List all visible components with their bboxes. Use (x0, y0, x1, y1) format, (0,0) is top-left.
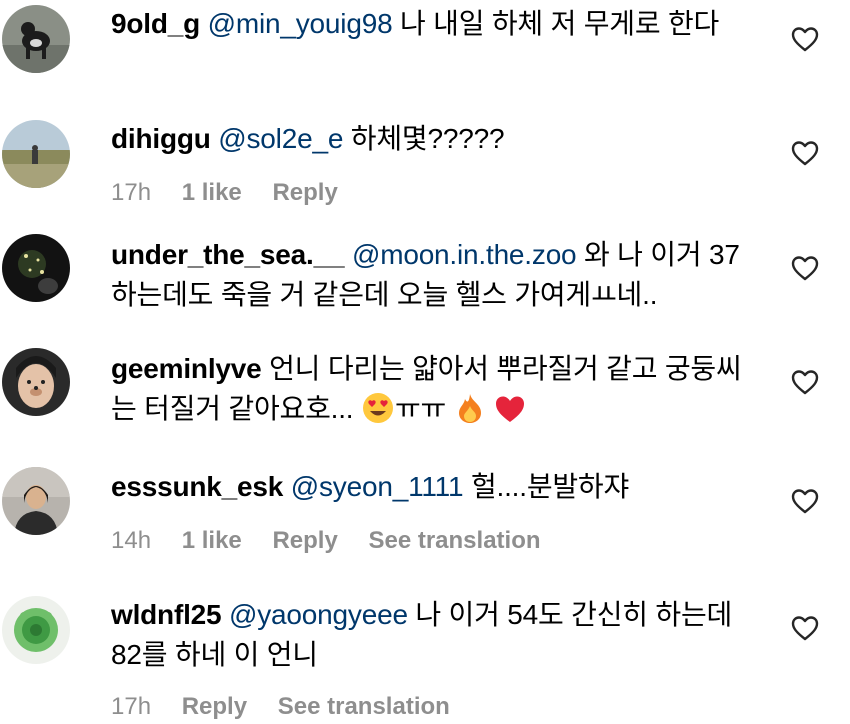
comment-body: 하체몇????? (350, 123, 505, 154)
comment-username[interactable]: esssunk_esk (111, 471, 283, 502)
see-translation-button[interactable]: See translation (368, 527, 540, 555)
comment-text: dihiggu @sol2e_e 하체몇????? (111, 119, 761, 159)
like-button[interactable] (791, 369, 819, 395)
comment-text: wldnfl25 @yaoongyeee 나 이거 54도 간신히 하는데 82… (111, 595, 761, 675)
like-button[interactable] (791, 26, 819, 52)
comment-mention[interactable]: @yaoongyeee (229, 599, 408, 630)
comment-username[interactable]: under_the_sea.__ (111, 239, 345, 270)
like-button[interactable] (791, 615, 819, 641)
comment-time: 14h (111, 527, 152, 554)
heart-outline-icon (791, 370, 819, 395)
avatar[interactable] (2, 348, 70, 416)
see-translation-button[interactable]: See translation (278, 693, 450, 721)
like-button[interactable] (791, 255, 819, 281)
like-button[interactable] (791, 488, 819, 514)
comment-time: 17h (111, 179, 152, 206)
comment-body-tail: ㅠㅠ (394, 393, 447, 424)
reply-button[interactable]: Reply (182, 693, 247, 721)
avatar[interactable] (2, 467, 70, 535)
heart-outline-icon (791, 141, 819, 166)
comment-username[interactable]: wldnfl25 (111, 599, 222, 630)
comment-meta: 14h 1 like Reply See translation (111, 527, 565, 555)
heart-outline-icon (791, 489, 819, 514)
red-heart-emoji (494, 394, 526, 435)
comment-text: under_the_sea.__ @moon.in.the.zoo 와 나 이거… (111, 235, 761, 315)
comment-text: 9old_g @min_youig98 나 내일 하체 저 무게로 한다 (111, 4, 761, 44)
comment-likes[interactable]: 1 like (182, 527, 242, 555)
fire-emoji (455, 392, 485, 435)
comment-mention[interactable]: @min_youig98 (208, 8, 393, 39)
avatar[interactable] (2, 120, 70, 188)
comment-meta: 17h 1 like Reply (111, 179, 362, 207)
comment-meta: 17h Reply See translation (111, 693, 474, 721)
avatar[interactable] (2, 234, 70, 302)
comment-username[interactable]: geeminlyve (111, 353, 262, 384)
heart-outline-icon (791, 616, 819, 641)
heart-outline-icon (791, 256, 819, 281)
like-button[interactable] (791, 140, 819, 166)
avatar[interactable] (2, 5, 70, 73)
reply-button[interactable]: Reply (272, 179, 337, 207)
comment-username[interactable]: 9old_g (111, 8, 200, 39)
comment-text: esssunk_esk @syeon_1111 헐....분발하쟈 (111, 467, 761, 507)
comment-mention[interactable]: @moon.in.the.zoo (352, 239, 577, 270)
comment-text: geeminlyve 언니 다리는 얇아서 뿌라질거 같고 궁둥씨는 터질거 같… (111, 349, 761, 435)
comment-username[interactable]: dihiggu (111, 123, 211, 154)
comment-body: 헐....분발하쟈 (470, 471, 630, 502)
heart-outline-icon (791, 27, 819, 52)
avatar[interactable] (2, 596, 70, 664)
comment-body: 나 내일 하체 저 무게로 한다 (400, 8, 720, 39)
comment-time: 17h (111, 693, 152, 720)
comment-mention[interactable]: @syeon_1111 (291, 471, 464, 502)
comment-likes[interactable]: 1 like (182, 179, 242, 207)
heart-eyes-emoji (362, 392, 394, 435)
comment-mention[interactable]: @sol2e_e (218, 123, 343, 154)
reply-button[interactable]: Reply (272, 527, 337, 555)
